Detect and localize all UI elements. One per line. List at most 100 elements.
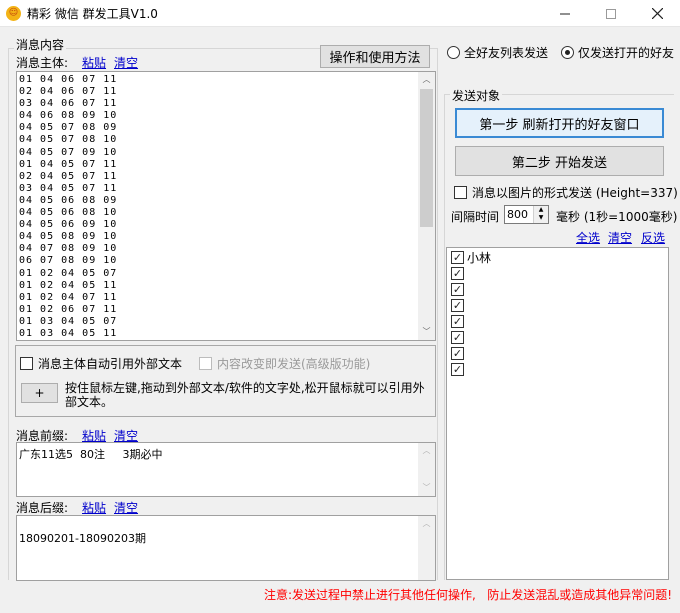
body-line: 04 05 06 09 10 xyxy=(19,219,118,231)
suffix-scrollbar[interactable]: ︿ xyxy=(418,516,435,580)
body-text: 01 04 06 07 11 02 04 06 07 11 03 04 06 07 … xyxy=(19,74,117,340)
body-line: 02 04 05 07 11 xyxy=(19,170,118,182)
send-on-change-row: 内容改变即发送(高级版功能) xyxy=(199,355,370,372)
body-line: 02 04 06 07 11 xyxy=(19,86,118,98)
radio-open-label: 仅发送打开的好友 xyxy=(578,46,675,60)
friend-name: 小林 xyxy=(467,250,492,265)
suffix-scroll-up-icon[interactable]: ︿ xyxy=(418,516,435,532)
body-line: 01 03 04 05 07 xyxy=(19,315,118,327)
maximize-icon xyxy=(606,8,616,19)
minimize-icon xyxy=(560,13,570,14)
friend-checkbox[interactable] xyxy=(451,330,464,344)
body-textarea[interactable]: 01 04 06 07 11 02 04 06 07 11 03 04 06 07 … xyxy=(16,71,436,341)
invert-selection-link[interactable]: 反选 xyxy=(641,229,665,246)
prefix-scroll-up-icon[interactable]: ︿ xyxy=(418,443,435,459)
auto-ref-label: 消息主体自动引用外部文本 xyxy=(38,357,183,371)
send-target-title: 发送对象 xyxy=(450,87,503,104)
radio-open[interactable] xyxy=(561,46,574,59)
clear-selection-link[interactable]: 清空 xyxy=(608,229,632,246)
friend-item[interactable] xyxy=(449,297,659,313)
body-clear-link[interactable]: 清空 xyxy=(114,54,138,71)
body-line: 04 05 07 08 09 xyxy=(19,122,118,134)
friend-checkbox[interactable] xyxy=(451,298,464,312)
radio-all[interactable] xyxy=(447,46,460,59)
prefix-scrollbar[interactable]: ︿ ﹀ xyxy=(418,443,435,496)
body-line: 03 04 05 07 11 xyxy=(19,182,118,194)
suffix-textarea[interactable]: 18090201-18090203期 ︿ xyxy=(16,515,436,581)
friend-item[interactable]: 小林 xyxy=(449,249,659,265)
body-line: 01 04 05 07 11 xyxy=(19,158,118,170)
body-paste-link[interactable]: 粘贴 xyxy=(82,54,106,71)
minimize-button[interactable] xyxy=(542,0,588,27)
body-line: 04 07 08 09 10 xyxy=(19,243,118,255)
body-line: 03 04 06 07 11 xyxy=(19,98,118,110)
interval-value[interactable]: 800 xyxy=(507,208,528,221)
friend-checkbox[interactable] xyxy=(451,266,464,280)
body-line: 01 02 04 05 07 xyxy=(19,267,118,279)
body-line: 01 02 04 05 11 xyxy=(19,279,118,291)
select-all-link[interactable]: 全选 xyxy=(576,229,600,246)
image-mode-checkbox[interactable] xyxy=(454,186,467,199)
interval-label: 间隔时间 xyxy=(451,210,500,224)
drag-ref-button[interactable]: + xyxy=(21,383,58,403)
friend-checkbox[interactable] xyxy=(451,362,464,376)
body-line: 04 05 06 08 10 xyxy=(19,207,118,219)
body-line: 04 05 07 08 10 xyxy=(19,134,118,146)
interval-spinner[interactable]: ▲ ▼ xyxy=(533,206,548,223)
friend-item[interactable] xyxy=(449,361,659,377)
friend-checkbox[interactable] xyxy=(451,314,464,328)
group-title: 消息内容 xyxy=(14,36,67,53)
friend-item[interactable] xyxy=(449,345,659,361)
send-on-change-checkbox xyxy=(199,357,212,370)
title-bar: ☺ 精彩 微信 群发工具V1.0 xyxy=(0,0,680,27)
auto-ref-checkbox-row[interactable]: 消息主体自动引用外部文本 xyxy=(20,355,182,372)
radio-all-row[interactable]: 全好友列表发送 xyxy=(447,44,548,61)
suffix-text: 18090201-18090203期 xyxy=(19,532,146,545)
prefix-text: 广东11选5 80注 3期必中 xyxy=(19,448,163,461)
auto-ref-checkbox[interactable] xyxy=(20,357,33,370)
interval-spinbox[interactable]: 800 ▲ ▼ xyxy=(504,205,549,224)
body-scrollbar[interactable]: ︿ ﹀ xyxy=(418,72,435,340)
prefix-scroll-down-icon[interactable]: ﹀ xyxy=(418,480,435,496)
body-line: 04 06 08 09 10 xyxy=(19,110,118,122)
body-line: 01 02 06 07 11 xyxy=(19,303,118,315)
scroll-down-icon[interactable]: ﹀ xyxy=(418,324,435,340)
body-line: 04 05 08 09 10 xyxy=(19,231,118,243)
body-line: 01 02 04 07 11 xyxy=(19,291,118,303)
drag-hint-text: 按住鼠标左键,拖动到外部文本/软件的文字处,松开鼠标就可以引用外部文本。 xyxy=(65,381,425,409)
image-mode-label: 消息以图片的形式发送 (Height=337) xyxy=(472,186,678,200)
friend-item[interactable] xyxy=(449,329,659,345)
spin-up-icon[interactable]: ▲ xyxy=(534,206,548,214)
friend-list[interactable]: 小林 xyxy=(446,247,669,580)
radio-all-label: 全好友列表发送 xyxy=(464,46,549,60)
image-mode-row[interactable]: 消息以图片的形式发送 (Height=337) xyxy=(454,184,678,201)
body-line: 04 05 06 08 09 xyxy=(19,194,118,206)
suffix-label: 消息后缀: xyxy=(16,501,69,515)
body-line: 01 03 04 05 11 xyxy=(19,327,118,339)
app-icon: ☺ xyxy=(6,6,21,21)
footer-warning: 注意:发送过程中禁止进行其他任何操作, 防止发送混乱或造成其他异常问题! xyxy=(264,588,673,602)
window-title: 精彩 微信 群发工具V1.0 xyxy=(27,7,158,21)
friend-item[interactable] xyxy=(449,281,659,297)
close-button[interactable] xyxy=(634,0,680,27)
friend-item[interactable] xyxy=(449,265,659,281)
external-ref-panel: 消息主体自动引用外部文本 内容改变即发送(高级版功能) + 按住鼠标左键,拖动到… xyxy=(15,345,436,417)
body-label: 消息主体: xyxy=(16,56,69,70)
radio-open-row[interactable]: 仅发送打开的好友 xyxy=(561,44,674,61)
scroll-thumb[interactable] xyxy=(420,89,433,227)
scroll-up-icon[interactable]: ︿ xyxy=(418,72,435,88)
step1-refresh-button[interactable]: 第一步 刷新打开的好友窗口 xyxy=(455,108,664,138)
prefix-textarea[interactable]: 广东11选5 80注 3期必中 ︿ ﹀ xyxy=(16,442,436,497)
step2-send-button[interactable]: 第二步 开始发送 xyxy=(455,146,664,176)
maximize-button[interactable] xyxy=(588,0,634,27)
friend-item[interactable] xyxy=(449,313,659,329)
interval-unit: 毫秒 (1秒=1000毫秒) xyxy=(556,210,678,224)
spin-down-icon[interactable]: ▼ xyxy=(534,214,548,222)
friend-checkbox[interactable] xyxy=(451,282,464,296)
suffix-clear-link[interactable]: 清空 xyxy=(114,499,138,516)
friend-checkbox[interactable] xyxy=(451,346,464,360)
body-line: 06 07 08 09 10 xyxy=(19,255,118,267)
suffix-paste-link[interactable]: 粘贴 xyxy=(82,499,106,516)
help-button[interactable]: 操作和使用方法 xyxy=(320,45,430,68)
friend-checkbox[interactable] xyxy=(451,250,464,264)
